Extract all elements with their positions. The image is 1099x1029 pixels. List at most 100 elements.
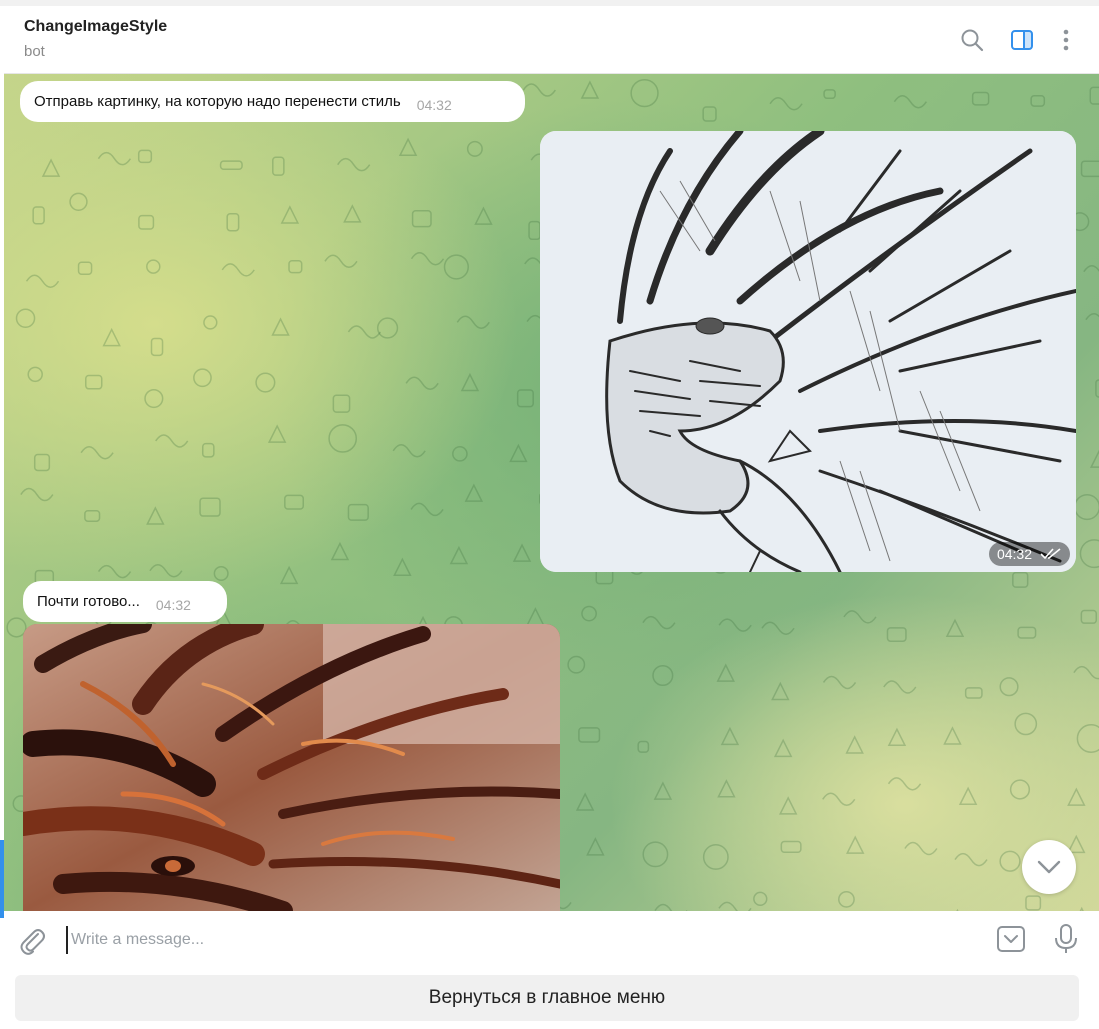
pattern-doodle bbox=[1080, 160, 1099, 178]
pattern-doodle bbox=[410, 502, 444, 517]
pattern-doodle bbox=[15, 308, 36, 329]
pattern-doodle bbox=[137, 149, 153, 164]
pattern-doodle bbox=[761, 621, 795, 636]
pattern-doodle bbox=[904, 841, 938, 856]
message-photo-outgoing[interactable]: 04:32 bbox=[540, 131, 1076, 572]
pattern-doodle bbox=[347, 325, 382, 339]
pattern-doodle bbox=[272, 156, 285, 176]
message-time: 04:32 bbox=[416, 96, 452, 113]
pattern-doodle bbox=[41, 158, 61, 177]
pattern-doodle bbox=[267, 424, 287, 443]
pattern-doodle bbox=[887, 727, 907, 746]
pattern-doodle bbox=[146, 259, 161, 274]
pattern-doodle bbox=[822, 675, 857, 690]
pattern-doodle bbox=[773, 738, 793, 758]
pattern-doodle bbox=[769, 96, 803, 111]
pattern-doodle bbox=[883, 680, 917, 694]
pattern-doodle bbox=[392, 444, 426, 458]
pattern-doodle bbox=[642, 615, 676, 630]
pattern-doodle bbox=[411, 210, 432, 228]
more-vertical-icon[interactable] bbox=[1052, 26, 1080, 54]
pattern-doodle bbox=[77, 261, 93, 276]
pattern-doodle bbox=[1079, 539, 1099, 569]
pattern-doodle bbox=[1073, 665, 1099, 680]
chevron-down-icon bbox=[1037, 860, 1061, 874]
pattern-doodle bbox=[822, 792, 856, 807]
main-menu-button[interactable]: Вернуться в главное меню bbox=[15, 975, 1079, 1021]
chat-title[interactable]: ChangeImageStyle bbox=[24, 18, 167, 36]
pattern-doodle bbox=[155, 434, 189, 448]
message-input[interactable] bbox=[66, 926, 966, 954]
pattern-doodle bbox=[32, 206, 45, 225]
pattern-doodle bbox=[702, 106, 717, 122]
message-bubble-incoming[interactable]: Отправь картинку, на которую надо перене… bbox=[20, 81, 525, 122]
pattern-doodle bbox=[20, 487, 54, 502]
pattern-doodle bbox=[97, 564, 132, 579]
pattern-doodle bbox=[718, 901, 752, 911]
reply-keyboard: Вернуться в главное меню bbox=[4, 971, 1099, 1029]
pattern-doodle bbox=[642, 841, 669, 868]
bot-commands-button[interactable] bbox=[996, 924, 1026, 954]
message-text: Отправь картинку, на которую надо перене… bbox=[34, 93, 401, 110]
pattern-doodle bbox=[581, 605, 597, 622]
pattern-doodle bbox=[652, 664, 674, 687]
pattern-doodle bbox=[509, 443, 528, 463]
sidebar-toggle-icon[interactable] bbox=[1008, 26, 1036, 54]
pattern-doodle bbox=[838, 890, 855, 908]
pattern-doodle bbox=[528, 220, 541, 241]
pattern-doodle bbox=[845, 735, 864, 754]
pattern-doodle bbox=[1085, 312, 1099, 321]
message-time: 04:32 bbox=[996, 546, 1032, 562]
pattern-doodle bbox=[943, 726, 962, 745]
pattern-doodle bbox=[999, 850, 1021, 872]
pattern-doodle bbox=[102, 327, 121, 347]
pattern-doodle bbox=[1012, 571, 1029, 588]
message-composer bbox=[4, 911, 1099, 971]
pattern-doodle bbox=[150, 337, 164, 357]
pattern-doodle bbox=[653, 781, 673, 800]
pattern-doodle bbox=[771, 681, 790, 701]
pattern-doodle bbox=[718, 618, 752, 632]
search-icon[interactable] bbox=[958, 26, 986, 54]
pattern-doodle bbox=[33, 453, 51, 472]
pattern-doodle bbox=[449, 545, 469, 565]
pattern-doodle bbox=[456, 315, 490, 330]
chat-subtitle: bot bbox=[24, 43, 45, 60]
pattern-doodle bbox=[1014, 712, 1038, 736]
pattern-doodle bbox=[474, 206, 493, 225]
pattern-doodle bbox=[279, 565, 299, 585]
pattern-doodle bbox=[1080, 609, 1098, 624]
pattern-doodle bbox=[27, 366, 43, 383]
pattern-doodle bbox=[578, 727, 601, 743]
chat-header[interactable]: ChangeImageStyle bot bbox=[4, 6, 1099, 74]
scroll-down-button[interactable] bbox=[1022, 840, 1076, 894]
pattern-doodle bbox=[219, 160, 243, 170]
pattern-doodle bbox=[1076, 724, 1099, 753]
pattern-doodle bbox=[255, 372, 276, 393]
pattern-doodle bbox=[203, 315, 218, 330]
pattern-doodle bbox=[280, 205, 300, 224]
pattern-doodle bbox=[516, 389, 534, 408]
pattern-doodle bbox=[324, 254, 358, 269]
pattern-doodle bbox=[637, 740, 650, 753]
attach-icon[interactable] bbox=[16, 925, 48, 957]
pattern-doodle bbox=[144, 388, 164, 409]
double-check-icon bbox=[1040, 548, 1061, 560]
pattern-doodle bbox=[284, 494, 305, 510]
pattern-doodle bbox=[580, 80, 600, 99]
pattern-doodle bbox=[337, 157, 371, 172]
message-photo-incoming[interactable] bbox=[23, 624, 560, 911]
pattern-doodle bbox=[85, 374, 103, 390]
pattern-doodle bbox=[138, 214, 155, 230]
pattern-doodle bbox=[630, 78, 659, 108]
pattern-doodle bbox=[886, 627, 907, 642]
pattern-doodle bbox=[443, 254, 469, 280]
pattern-doodle bbox=[823, 89, 836, 100]
pattern-doodle bbox=[575, 792, 595, 811]
message-bubble-incoming[interactable]: Почти готово... 04:32 bbox=[23, 581, 227, 622]
pattern-doodle bbox=[199, 497, 221, 517]
pattern-doodle bbox=[522, 83, 556, 97]
microphone-button[interactable] bbox=[1051, 923, 1081, 955]
pattern-doodle bbox=[466, 140, 483, 157]
chat-area[interactable]: Отправь картинку, на которую надо перене… bbox=[4, 74, 1099, 911]
